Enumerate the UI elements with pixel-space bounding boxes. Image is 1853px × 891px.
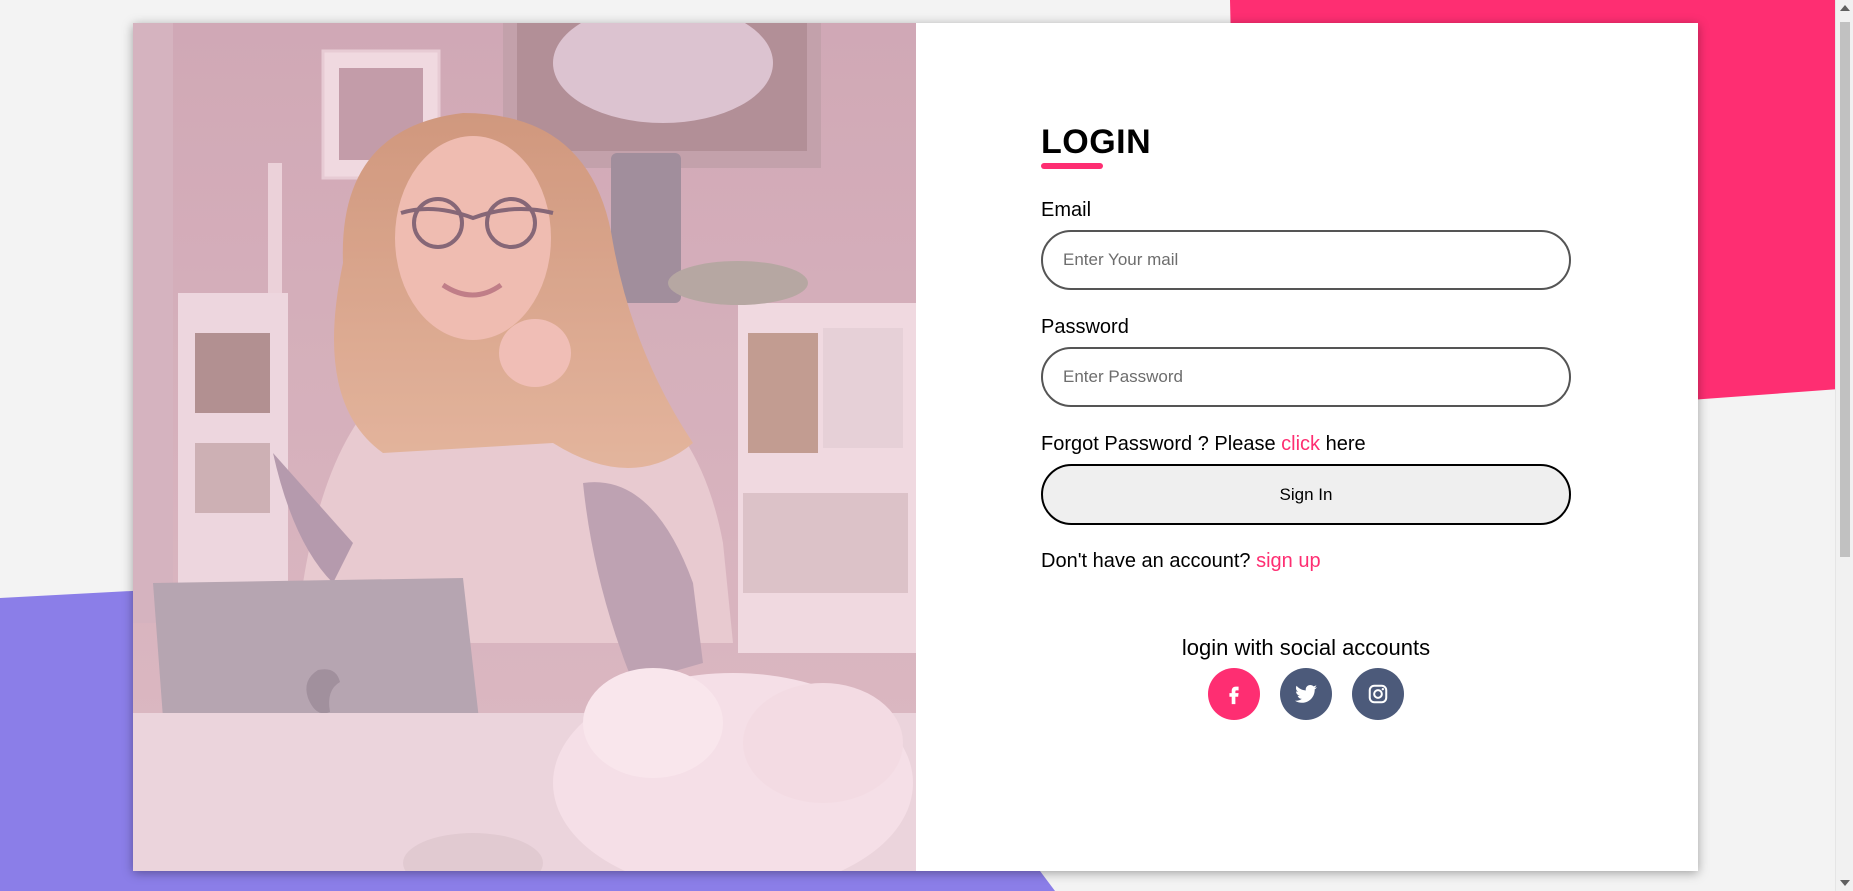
signup-prefix: Don't have an account? [1041, 550, 1257, 572]
forgot-suffix: here [1320, 433, 1366, 455]
scroll-up-arrow-icon[interactable] [1840, 5, 1850, 11]
login-form: LOGIN Email Password Forgot Password ? P… [1041, 23, 1601, 871]
title-underline [1041, 163, 1103, 169]
twitter-icon [1295, 685, 1317, 703]
signup-text: Don't have an account? sign up [1041, 550, 1321, 573]
hero-photo [133, 23, 916, 871]
instagram-button[interactable] [1352, 668, 1404, 720]
forgot-password-link[interactable]: click [1281, 433, 1320, 455]
sign-in-button[interactable]: Sign In [1041, 464, 1571, 525]
facebook-button[interactable] [1208, 668, 1260, 720]
password-field[interactable] [1041, 347, 1571, 407]
facebook-icon [1229, 686, 1239, 705]
page-title: LOGIN [1041, 123, 1152, 161]
vertical-scrollbar[interactable] [1835, 0, 1853, 891]
login-card: LOGIN Email Password Forgot Password ? P… [133, 23, 1698, 871]
scroll-down-arrow-icon[interactable] [1840, 880, 1850, 886]
social-buttons [1041, 668, 1571, 720]
forgot-password-text: Forgot Password ? Please click here [1041, 433, 1366, 456]
forgot-prefix: Forgot Password ? Please [1041, 433, 1282, 455]
scrollbar-thumb[interactable] [1840, 22, 1850, 557]
social-login-title: login with social accounts [1181, 635, 1431, 660]
twitter-button[interactable] [1280, 668, 1332, 720]
sign-up-link[interactable]: sign up [1256, 550, 1321, 572]
email-field[interactable] [1041, 230, 1571, 290]
email-label: Email [1041, 199, 1092, 221]
password-label: Password [1041, 316, 1129, 338]
instagram-icon [1368, 684, 1388, 704]
